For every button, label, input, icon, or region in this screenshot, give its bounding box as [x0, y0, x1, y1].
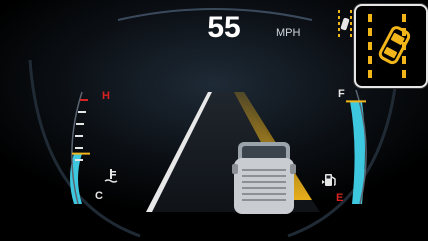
coolant-temp-icon — [104, 169, 118, 183]
temp-low-label: C — [95, 190, 103, 202]
fuel-full-label: F — [338, 88, 345, 100]
fuel-gauge — [346, 89, 367, 205]
instrument-cluster: 55 MPH H C F E — [0, 0, 428, 241]
vehicle-icon — [232, 142, 296, 214]
lane-departure-alert — [354, 4, 428, 88]
speed-unit: MPH — [276, 27, 301, 39]
lane-departure-warning-icon — [368, 14, 411, 78]
fuel-pump-icon — [322, 174, 336, 186]
speed-readout: 55 — [207, 11, 241, 44]
lane-keep-assist-icon — [338, 10, 352, 40]
temp-high-label: H — [102, 90, 110, 102]
fuel-empty-label: E — [336, 192, 344, 204]
